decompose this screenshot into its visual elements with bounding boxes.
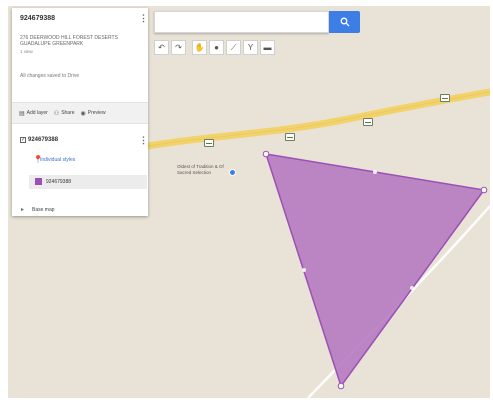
polygon-swatch-icon[interactable] <box>35 178 42 185</box>
search-input[interactable] <box>154 11 329 33</box>
save-status: All changes saved to Drive <box>20 73 80 79</box>
highway-shield-icon <box>204 139 214 147</box>
feature-name[interactable]: 924679388 <box>46 179 71 185</box>
layer-options-icon[interactable]: ⋮ <box>139 136 148 145</box>
share-icon: ⚇ <box>53 110 60 117</box>
layer-title[interactable]: 924679388 <box>28 137 58 143</box>
polygon-vertex-handle <box>480 186 488 194</box>
line-icon[interactable]: ⟋ <box>226 40 241 55</box>
highway-shield-icon <box>363 118 373 126</box>
drawn-polygon <box>264 153 486 388</box>
share-label: Share <box>61 110 75 116</box>
map-layers-panel: 924679388 ⋮ 276 DEERWOOD HILL FOREST DES… <box>12 8 148 216</box>
preview-button[interactable]: ◉ Preview <box>81 110 106 117</box>
marker-icon[interactable]: ● <box>209 40 224 55</box>
polygon-midpoint-handle <box>302 268 306 272</box>
add-layer-icon: ▤ <box>19 110 25 117</box>
search-button[interactable] <box>329 11 360 33</box>
polygon-vertex-handle <box>337 382 345 390</box>
panel-actions: ▤ Add layer ⚇ Share ◉ Preview <box>12 102 148 124</box>
map-canvas[interactable]: Oldest of Tradition & Of Sacred Selectio… <box>8 6 490 398</box>
layer-visibility-checkbox[interactable]: ✓ <box>20 137 26 143</box>
individual-styles-link[interactable]: Individual styles <box>40 157 75 163</box>
preview-icon: ◉ <box>80 110 86 117</box>
share-button[interactable]: ⚇ Share <box>54 110 75 117</box>
add-layer-button[interactable]: ▤ Add layer <box>19 110 48 117</box>
filter-icon[interactable]: Y <box>243 40 258 55</box>
polygon-vertex-handle <box>262 150 270 158</box>
highway-shield-icon <box>440 94 450 102</box>
drawing-toolbar: ↶ ↷ ✋ ● ⟋ Y ▬ <box>154 40 275 57</box>
place-label[interactable]: Oldest of Tradition & Of Sacred Selectio… <box>177 164 237 176</box>
polygon-midpoint-handle <box>373 170 377 174</box>
window-frame: Oldest of Tradition & Of Sacred Selectio… <box>0 0 493 405</box>
hand-icon[interactable]: ✋ <box>192 40 207 55</box>
map-title[interactable]: 924679388 <box>20 15 55 22</box>
more-options-icon[interactable]: ⋮ <box>139 14 148 23</box>
highway-road <box>147 88 490 150</box>
base-map-toggle[interactable]: Base map <box>32 207 55 213</box>
ruler-icon[interactable]: ▬ <box>260 40 275 55</box>
redo-icon[interactable]: ↷ <box>171 40 186 55</box>
chevron-right-icon[interactable]: ▸ <box>21 206 24 213</box>
preview-label: Preview <box>87 110 106 116</box>
highway-shield-icon <box>285 133 295 141</box>
undo-icon[interactable]: ↶ <box>154 40 169 55</box>
add-layer-label: Add layer <box>26 110 48 116</box>
map-view-count: 1 view <box>20 49 33 54</box>
polygon-midpoint-handle <box>410 286 414 290</box>
search-icon <box>340 17 349 27</box>
place-marker-icon[interactable] <box>229 169 236 176</box>
map-description[interactable]: 276 DEERWOOD HILL FOREST DESERTS GUADALU… <box>20 35 138 47</box>
